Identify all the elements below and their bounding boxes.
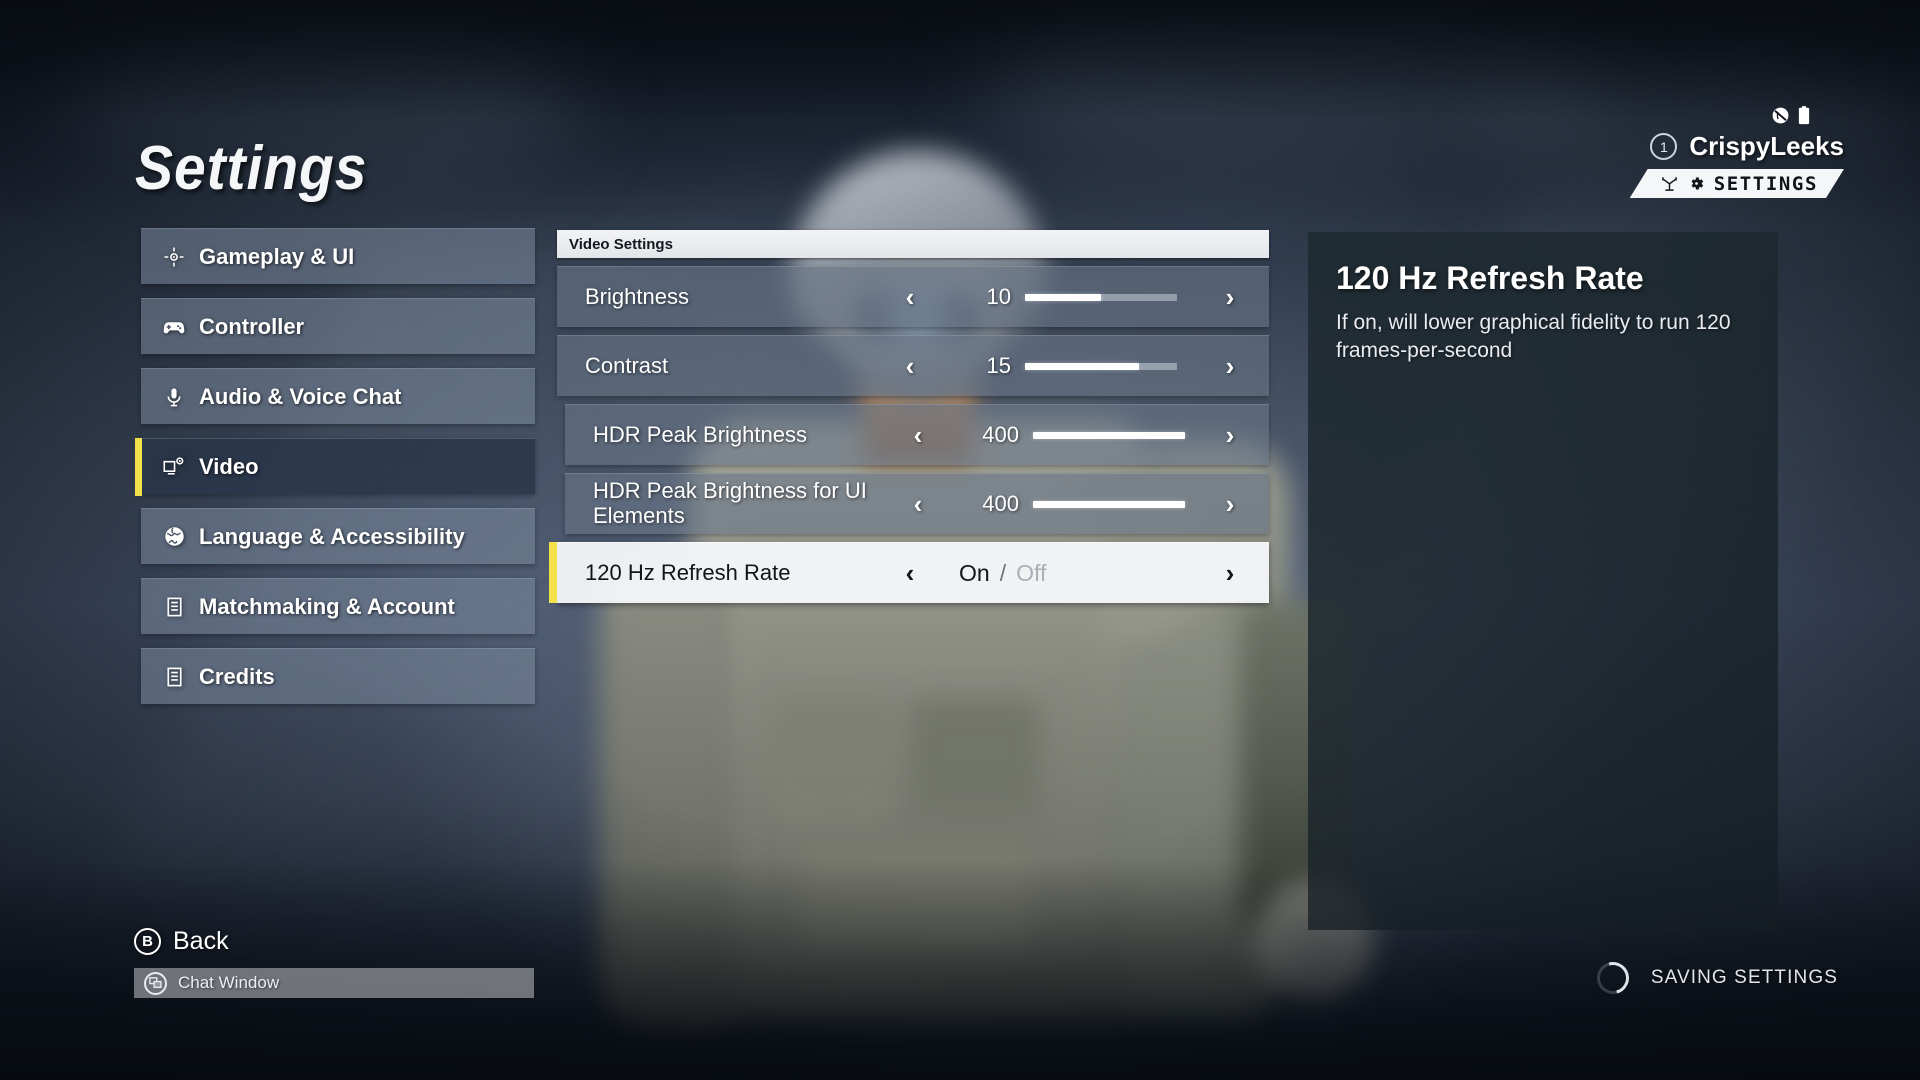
setting-row-120hz-refresh-rate[interactable]: 120 Hz Refresh Rate ‹ On / Off › bbox=[549, 542, 1269, 603]
video-settings-panel: Video Settings Brightness ‹ 10 › Contras… bbox=[549, 230, 1269, 603]
increase-chevron-icon[interactable]: › bbox=[1213, 560, 1247, 586]
account-header: 1 CrispyLeeks SETTINGS bbox=[1630, 106, 1844, 198]
selection-accent-bar bbox=[549, 542, 557, 603]
increase-chevron-icon[interactable]: › bbox=[1213, 422, 1247, 448]
decrease-chevron-icon[interactable]: ‹ bbox=[893, 284, 927, 310]
selection-accent-bar bbox=[135, 438, 142, 496]
settings-sidebar: Gameplay & UI Controller Audio & Voice C… bbox=[135, 228, 535, 718]
game-settings-screen: Settings Gameplay & UI Controller Audio … bbox=[0, 0, 1920, 1080]
saving-indicator: SAVING SETTINGS bbox=[1590, 956, 1838, 1000]
battery-icon bbox=[1798, 106, 1810, 125]
account-status-icons bbox=[1771, 106, 1810, 125]
refresh-rate-toggle[interactable]: On / Off bbox=[959, 560, 1046, 587]
background-top-shade bbox=[0, 0, 1920, 120]
setting-label: HDR Peak Brightness bbox=[593, 421, 807, 447]
toggle-option-on[interactable]: On bbox=[959, 560, 990, 587]
crosshair-icon bbox=[157, 246, 191, 268]
increase-chevron-icon[interactable]: › bbox=[1213, 491, 1247, 517]
panel-header-title: Video Settings bbox=[569, 235, 673, 253]
sidebar-item-video[interactable]: Video bbox=[135, 438, 535, 496]
setting-value: 15 bbox=[986, 353, 1011, 378]
slider-fill bbox=[1033, 431, 1185, 439]
sidebar-item-matchmaking-account[interactable]: Matchmaking & Account bbox=[141, 578, 535, 634]
setting-label: Brightness bbox=[585, 283, 689, 309]
setting-label: HDR Peak Brightness for UI Elements bbox=[593, 478, 867, 528]
slider-fill bbox=[1025, 362, 1139, 370]
b-button-icon: B bbox=[134, 928, 161, 955]
back-label: Back bbox=[173, 927, 229, 955]
antenna-icon bbox=[1660, 175, 1679, 192]
increase-chevron-icon[interactable]: › bbox=[1213, 353, 1247, 379]
sidebar-item-label: Matchmaking & Account bbox=[199, 593, 455, 619]
settings-banner-label: SETTINGS bbox=[1713, 172, 1818, 195]
chat-window-bar[interactable]: Chat Window bbox=[134, 968, 534, 998]
info-description: If on, will lower graphical fidelity to … bbox=[1336, 311, 1731, 363]
increase-chevron-icon[interactable]: › bbox=[1213, 284, 1247, 310]
brightness-slider[interactable] bbox=[1025, 293, 1177, 301]
mute-globe-icon bbox=[1771, 106, 1790, 125]
setting-value: 400 bbox=[982, 422, 1019, 447]
button-prompts: B Back Chat Window bbox=[134, 927, 534, 998]
sidebar-item-label: Controller bbox=[199, 313, 305, 339]
sidebar-item-label: Video bbox=[199, 453, 259, 479]
saving-label: SAVING SETTINGS bbox=[1650, 967, 1838, 988]
chat-window-label: Chat Window bbox=[178, 973, 280, 992]
hdr-peak-brightness-slider[interactable] bbox=[1033, 431, 1185, 439]
back-prompt[interactable]: B Back bbox=[134, 927, 534, 956]
gear-icon bbox=[1688, 175, 1705, 192]
setting-label: Contrast bbox=[585, 352, 669, 378]
list-icon bbox=[157, 596, 191, 618]
chat-window-icon bbox=[144, 971, 167, 995]
setting-row-hdr-peak-brightness[interactable]: HDR Peak Brightness ‹ 400 › bbox=[565, 404, 1269, 465]
list-icon bbox=[157, 666, 191, 688]
setting-row-contrast[interactable]: Contrast ‹ 15 › bbox=[557, 335, 1269, 396]
sidebar-item-controller[interactable]: Controller bbox=[141, 298, 535, 354]
loading-spinner-icon bbox=[1590, 956, 1635, 1000]
sidebar-item-language-accessibility[interactable]: Language & Accessibility bbox=[141, 508, 535, 564]
display-gear-icon bbox=[157, 456, 191, 478]
sidebar-item-label: Gameplay & UI bbox=[199, 243, 355, 269]
slider-fill bbox=[1033, 500, 1185, 508]
gamepad-icon bbox=[157, 315, 191, 339]
panel-header: Video Settings bbox=[557, 230, 1269, 258]
decrease-chevron-icon[interactable]: ‹ bbox=[893, 353, 927, 379]
setting-value: 400 bbox=[982, 491, 1019, 516]
toggle-option-off[interactable]: Off bbox=[1016, 560, 1046, 587]
sidebar-item-audio-voice-chat[interactable]: Audio & Voice Chat bbox=[141, 368, 535, 424]
sidebar-item-gameplay-ui[interactable]: Gameplay & UI bbox=[141, 228, 535, 284]
setting-info-panel: 120 Hz Refresh Rate If on, will lower gr… bbox=[1308, 232, 1778, 930]
player-name: CrispyLeeks bbox=[1689, 131, 1844, 161]
setting-value: 10 bbox=[986, 284, 1011, 309]
player-number-badge: 1 bbox=[1650, 133, 1678, 160]
sidebar-item-label: Audio & Voice Chat bbox=[199, 383, 402, 409]
decrease-chevron-icon[interactable]: ‹ bbox=[901, 491, 935, 517]
decrease-chevron-icon[interactable]: ‹ bbox=[901, 422, 935, 448]
decrease-chevron-icon[interactable]: ‹ bbox=[893, 560, 927, 586]
info-title: 120 Hz Refresh Rate bbox=[1336, 260, 1644, 296]
slider-fill bbox=[1025, 293, 1101, 301]
setting-label: 120 Hz Refresh Rate bbox=[585, 559, 791, 585]
setting-row-brightness[interactable]: Brightness ‹ 10 › bbox=[557, 266, 1269, 327]
sidebar-item-label: Language & Accessibility bbox=[199, 523, 465, 549]
setting-row-hdr-peak-brightness-ui[interactable]: HDR Peak Brightness for UI Elements ‹ 40… bbox=[565, 473, 1269, 534]
toggle-separator: / bbox=[999, 559, 1007, 586]
sidebar-item-credits[interactable]: Credits bbox=[141, 648, 535, 704]
page-title: Settings bbox=[135, 134, 368, 203]
contrast-slider[interactable] bbox=[1025, 362, 1177, 370]
settings-banner: SETTINGS bbox=[1630, 169, 1844, 198]
microphone-icon bbox=[157, 386, 191, 408]
account-name-row[interactable]: 1 CrispyLeeks bbox=[1650, 131, 1844, 162]
hdr-peak-brightness-ui-slider[interactable] bbox=[1033, 500, 1185, 508]
sidebar-item-label: Credits bbox=[199, 663, 275, 689]
globe-icon bbox=[157, 525, 191, 548]
